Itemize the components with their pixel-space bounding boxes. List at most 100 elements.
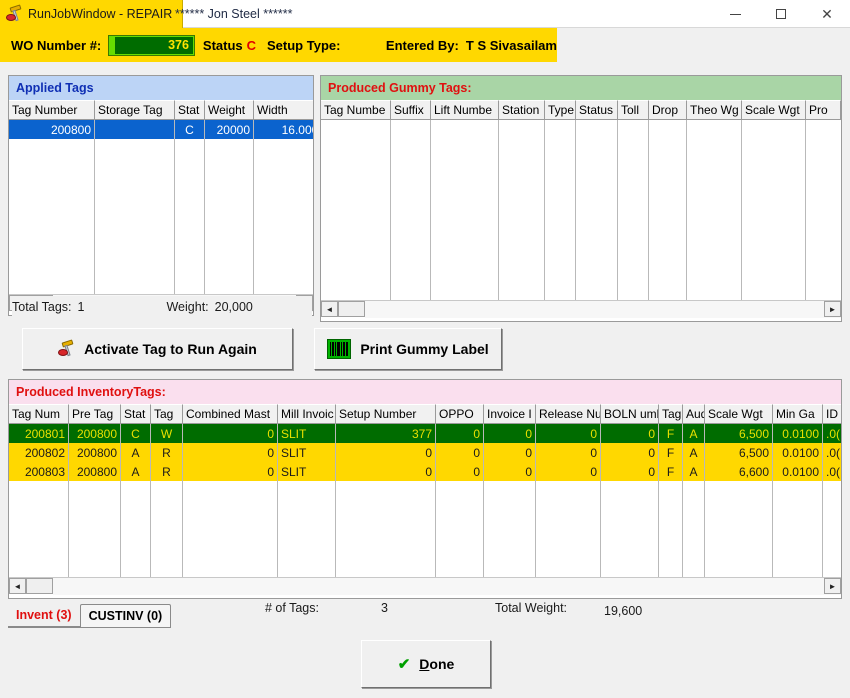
- column-header[interactable]: BOLN umb: [601, 404, 659, 424]
- grid-empty-area[interactable]: [9, 139, 313, 294]
- table-cell: 0: [336, 443, 436, 462]
- scroll-left-icon[interactable]: ◄: [321, 301, 338, 317]
- grid-header-row: Tag Numbe Suffix Lift Numbe Station Type Stat…: [321, 100, 841, 120]
- status-label: Status: [202, 37, 243, 53]
- applied-tags-grid[interactable]: Tag Number Storage Tag Stat Weight Width 2008…: [9, 100, 313, 294]
- table-cell: 0: [601, 443, 659, 462]
- scroll-left-icon[interactable]: ◄: [9, 578, 26, 594]
- column-header[interactable]: Weight: [205, 100, 254, 120]
- tab-custinv[interactable]: CUSTINV (0): [79, 604, 172, 628]
- table-cell: 0: [484, 462, 536, 481]
- column-divider: [686, 120, 687, 300]
- column-header[interactable]: Mill Invoic: [278, 404, 336, 424]
- scroll-thumb[interactable]: [338, 301, 365, 317]
- column-header[interactable]: Aud: [683, 404, 705, 424]
- gummy-tags-hscrollbar[interactable]: ◄ ►: [321, 300, 841, 318]
- tab-invent[interactable]: Invent (3): [8, 604, 80, 628]
- inventory-tags-grid[interactable]: Tag Num Pre Tag Stat Tag Combined Mast Mill I…: [9, 404, 841, 577]
- column-header[interactable]: Scale Wgt: [742, 100, 806, 120]
- table-cell: A: [121, 462, 151, 481]
- window-title-tab[interactable]: RunJobWindow - REPAIR: [0, 0, 184, 28]
- column-divider: [174, 139, 175, 294]
- status-value: C: [246, 37, 257, 53]
- table-cell: 200800: [69, 424, 121, 443]
- column-header[interactable]: Pro: [806, 100, 841, 120]
- column-header[interactable]: Tag: [151, 404, 183, 424]
- table-cell: 200800: [69, 443, 121, 462]
- column-header[interactable]: Storage Tag: [95, 100, 175, 120]
- column-header[interactable]: Combined Mast: [183, 404, 278, 424]
- column-header[interactable]: Tag: [659, 404, 683, 424]
- column-header[interactable]: Pre Tag: [69, 404, 121, 424]
- table-cell: F: [659, 462, 683, 481]
- column-header[interactable]: Release Nu: [536, 404, 601, 424]
- column-header[interactable]: Stat: [175, 100, 205, 120]
- minimize-icon[interactable]: [712, 0, 758, 28]
- activate-tag-button[interactable]: Activate Tag to Run Again: [22, 328, 293, 370]
- column-divider: [648, 120, 649, 300]
- column-header[interactable]: Status: [576, 100, 618, 120]
- column-header[interactable]: Station: [499, 100, 545, 120]
- column-header[interactable]: Suffix: [391, 100, 431, 120]
- grid-empty-area[interactable]: [9, 481, 841, 577]
- gummy-tags-grid[interactable]: Tag Numbe Suffix Lift Numbe Station Type Stat…: [321, 100, 841, 300]
- maximize-icon[interactable]: [758, 0, 804, 28]
- column-header[interactable]: Type: [545, 100, 576, 120]
- scroll-right-icon[interactable]: ►: [824, 578, 841, 594]
- column-header[interactable]: Invoice I: [484, 404, 536, 424]
- column-divider: [772, 481, 773, 577]
- table-cell: C: [121, 424, 151, 443]
- inventory-tags-hscrollbar[interactable]: ◄ ►: [9, 577, 841, 595]
- table-row[interactable]: 200802 200800 A R 0 SLIT 0 0 0 0 0 F A 6,500 0.0100.0(: [9, 443, 841, 462]
- column-divider: [182, 481, 183, 577]
- column-header[interactable]: Min Ga: [773, 404, 823, 424]
- table-row[interactable]: 200801 200800 C W 0 SLIT 377 0 0 0 0 F A 6,500 0.0100.…: [9, 424, 841, 443]
- table-cell: 0: [183, 443, 278, 462]
- column-divider: [741, 120, 742, 300]
- column-header[interactable]: Scale Wgt: [705, 404, 773, 424]
- column-divider: [94, 139, 95, 294]
- done-label: Done: [419, 656, 454, 672]
- done-label-rest: one: [429, 656, 455, 672]
- print-gummy-label-button[interactable]: Print Gummy Label: [314, 328, 502, 370]
- column-header[interactable]: Width: [254, 100, 313, 120]
- entered-by-value: T S Sivasailam: [465, 37, 557, 53]
- table-row[interactable]: 200800 C2000016.0000: [9, 120, 313, 139]
- column-header[interactable]: Toll: [618, 100, 649, 120]
- column-divider: [704, 481, 705, 577]
- table-cell: 0.0100: [773, 462, 823, 481]
- column-header[interactable]: Tag Numbe: [321, 100, 391, 120]
- table-cell: W: [151, 424, 183, 443]
- table-cell: 6,500: [705, 443, 773, 462]
- wo-number-value: 376: [168, 38, 189, 52]
- column-divider: [617, 120, 618, 300]
- table-row[interactable]: 200803 200800 A R 0 SLIT 0 0 0 0 0 F A 6,600 0.0100.0(: [9, 462, 841, 481]
- column-header[interactable]: Stat: [121, 404, 151, 424]
- scroll-track[interactable]: [365, 300, 841, 318]
- table-cell: 0: [601, 424, 659, 443]
- column-header[interactable]: Tag Num: [9, 404, 69, 424]
- table-cell: 0: [436, 443, 484, 462]
- grid-header-row: Tag Number Storage Tag Stat Weight Width: [9, 100, 313, 120]
- close-icon[interactable]: ✕: [804, 0, 850, 28]
- column-header[interactable]: Theo Wg: [687, 100, 742, 120]
- column-divider: [435, 481, 436, 577]
- wo-number-field[interactable]: 376: [108, 34, 195, 56]
- column-header[interactable]: Tag Number: [9, 100, 95, 120]
- scroll-track[interactable]: [53, 577, 841, 595]
- table-cell: A: [683, 462, 705, 481]
- column-header[interactable]: Drop: [649, 100, 687, 120]
- column-header[interactable]: Lift Numbe: [431, 100, 499, 120]
- table-cell: 0: [536, 462, 601, 481]
- scroll-thumb[interactable]: [26, 578, 53, 594]
- grid-empty-area[interactable]: [321, 120, 841, 300]
- inventory-tags-title: Produced InventoryTags:: [9, 380, 841, 404]
- column-header[interactable]: Setup Number: [336, 404, 436, 424]
- column-divider: [682, 481, 683, 577]
- title-bar: RunJobWindow - REPAIR ****** Jon Steel *…: [0, 0, 850, 28]
- column-divider: [498, 120, 499, 300]
- done-button[interactable]: ✔ Done: [361, 640, 491, 688]
- column-header[interactable]: OPPO: [436, 404, 484, 424]
- column-header[interactable]: ID: [823, 404, 841, 424]
- scroll-right-icon[interactable]: ►: [824, 301, 841, 317]
